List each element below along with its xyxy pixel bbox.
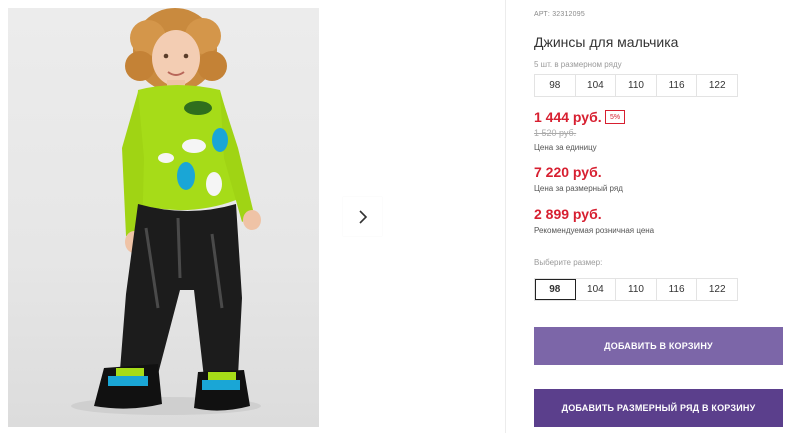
product-image[interactable] xyxy=(8,8,319,427)
row-size-item: 98 xyxy=(535,75,576,96)
product-sku: АРТ: 32312095 xyxy=(534,11,585,18)
size-option-98[interactable]: 98 xyxy=(535,279,576,300)
rrp-caption: Рекомендуемая розничная цена xyxy=(534,226,655,235)
row-size-item: 110 xyxy=(616,75,657,96)
size-selector: 98 104 110 116 122 xyxy=(534,278,738,301)
add-to-cart-button[interactable]: ДОБАВИТЬ В КОРЗИНУ xyxy=(534,327,783,365)
row-size-item: 104 xyxy=(576,75,617,96)
row-price-caption: Цена за размерный ряд xyxy=(534,184,623,193)
size-option-104[interactable]: 104 xyxy=(576,279,617,300)
unit-price: 1 444 руб. xyxy=(534,109,602,125)
row-sizes-list: 98 104 110 116 122 xyxy=(534,74,738,97)
size-select-hint: Выберите размер: xyxy=(534,258,603,267)
size-option-116[interactable]: 116 xyxy=(657,279,698,300)
row-size-item: 122 xyxy=(708,80,726,91)
column-divider xyxy=(505,0,506,433)
size-option-110[interactable]: 110 xyxy=(616,279,657,300)
size-option-122[interactable]: 122 xyxy=(697,279,737,300)
row-size-item: 116 xyxy=(657,75,698,96)
chevron-right-icon xyxy=(358,209,367,224)
row-price: 7 220 руб. xyxy=(534,164,602,180)
rrp-price: 2 899 руб. xyxy=(534,206,602,222)
product-photo-illustration xyxy=(71,8,261,415)
old-price: 1 520 руб. xyxy=(534,128,577,138)
unit-price-caption: Цена за единицу xyxy=(534,143,597,152)
row-sizes-hint: 5 шт. в размерном ряду xyxy=(534,60,622,69)
gallery-next-button[interactable] xyxy=(343,197,382,236)
discount-badge: 5% xyxy=(605,110,625,124)
product-title: Джинсы для мальчика xyxy=(534,34,679,50)
add-size-row-to-cart-button[interactable]: ДОБАВИТЬ РАЗМЕРНЫЙ РЯД В КОРЗИНУ xyxy=(534,389,783,427)
